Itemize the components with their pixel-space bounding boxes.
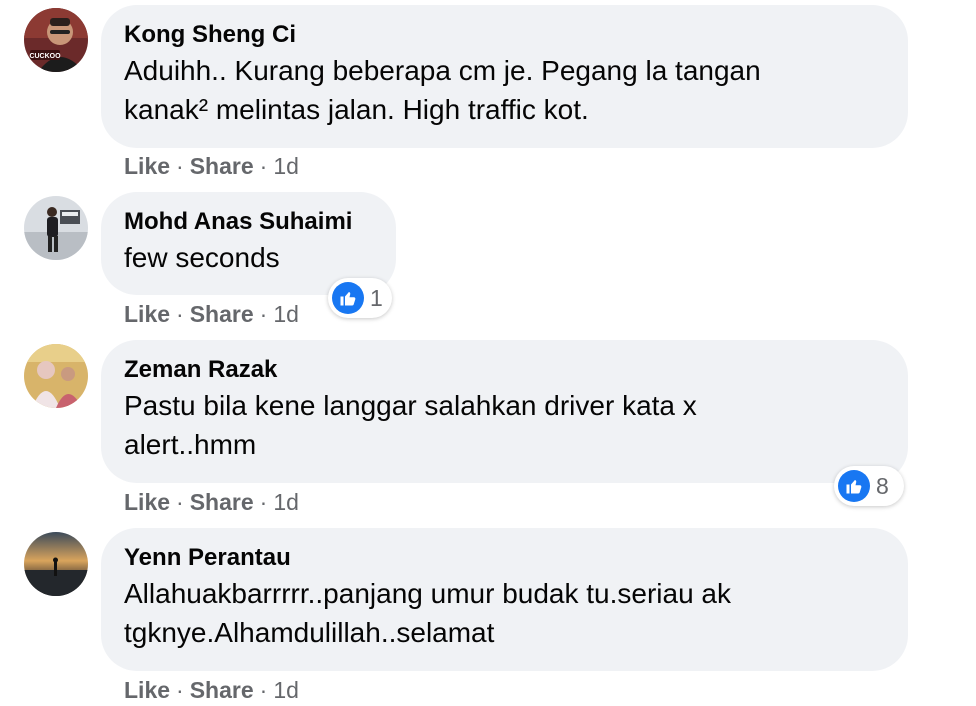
thumbs-up-icon [838, 470, 870, 502]
like-button[interactable]: Like [124, 677, 170, 703]
like-button[interactable]: Like [124, 153, 170, 179]
comment-bubble: Yenn Perantau Allahuakbarrrrr..panjang u… [101, 528, 908, 671]
separator: · [176, 677, 184, 703]
separator: · [259, 153, 268, 179]
comment-actions: Like · Share · 1d [124, 299, 299, 329]
comment-actions: Like · Share · 1d [124, 675, 299, 705]
comment-author[interactable]: Zeman Razak [124, 354, 886, 386]
comment-text: few seconds [124, 242, 280, 273]
separator: · [259, 489, 268, 515]
separator: · [259, 677, 268, 703]
separator: · [176, 153, 184, 179]
avatar[interactable]: CUCKOO [24, 8, 88, 72]
timestamp[interactable]: 1d [273, 489, 299, 515]
comment-actions: Like · Share · 1d [124, 487, 299, 517]
comment-bubble: Kong Sheng Ci Aduihh.. Kurang beberapa c… [101, 5, 908, 148]
comment-actions: Like · Share · 1d [124, 151, 299, 181]
timestamp[interactable]: 1d [273, 301, 299, 327]
share-button[interactable]: Share [190, 677, 254, 703]
comment-text: Allahuakbarrrrr..panjang umur budak tu.s… [124, 578, 732, 648]
separator: · [259, 301, 268, 327]
comment-bubble: Zeman Razak Pastu bila kene langgar sala… [101, 340, 908, 483]
comment-text: Pastu bila kene langgar salahkan driver … [124, 390, 697, 460]
timestamp[interactable]: 1d [273, 677, 299, 703]
comment-author[interactable]: Mohd Anas Suhaimi [124, 206, 374, 238]
avatar[interactable] [24, 196, 88, 260]
timestamp[interactable]: 1d [273, 153, 299, 179]
like-button[interactable]: Like [124, 301, 170, 327]
reaction-count: 1 [370, 284, 383, 311]
avatar-badge-text: CUCKOO [29, 53, 61, 60]
separator: · [176, 489, 184, 515]
comment-author[interactable]: Yenn Perantau [124, 542, 886, 574]
share-button[interactable]: Share [190, 153, 254, 179]
comment-text: Aduihh.. Kurang beberapa cm je. Pegang l… [124, 55, 761, 125]
reaction-summary[interactable]: 1 [328, 278, 392, 318]
separator: · [176, 301, 184, 327]
share-button[interactable]: Share [190, 301, 254, 327]
avatar[interactable] [24, 344, 88, 408]
reaction-count: 8 [876, 472, 889, 499]
comment-author[interactable]: Kong Sheng Ci [124, 19, 886, 51]
avatar[interactable] [24, 532, 88, 596]
like-button[interactable]: Like [124, 489, 170, 515]
reaction-summary[interactable]: 8 [834, 466, 904, 506]
thumbs-up-icon [332, 282, 364, 314]
share-button[interactable]: Share [190, 489, 254, 515]
